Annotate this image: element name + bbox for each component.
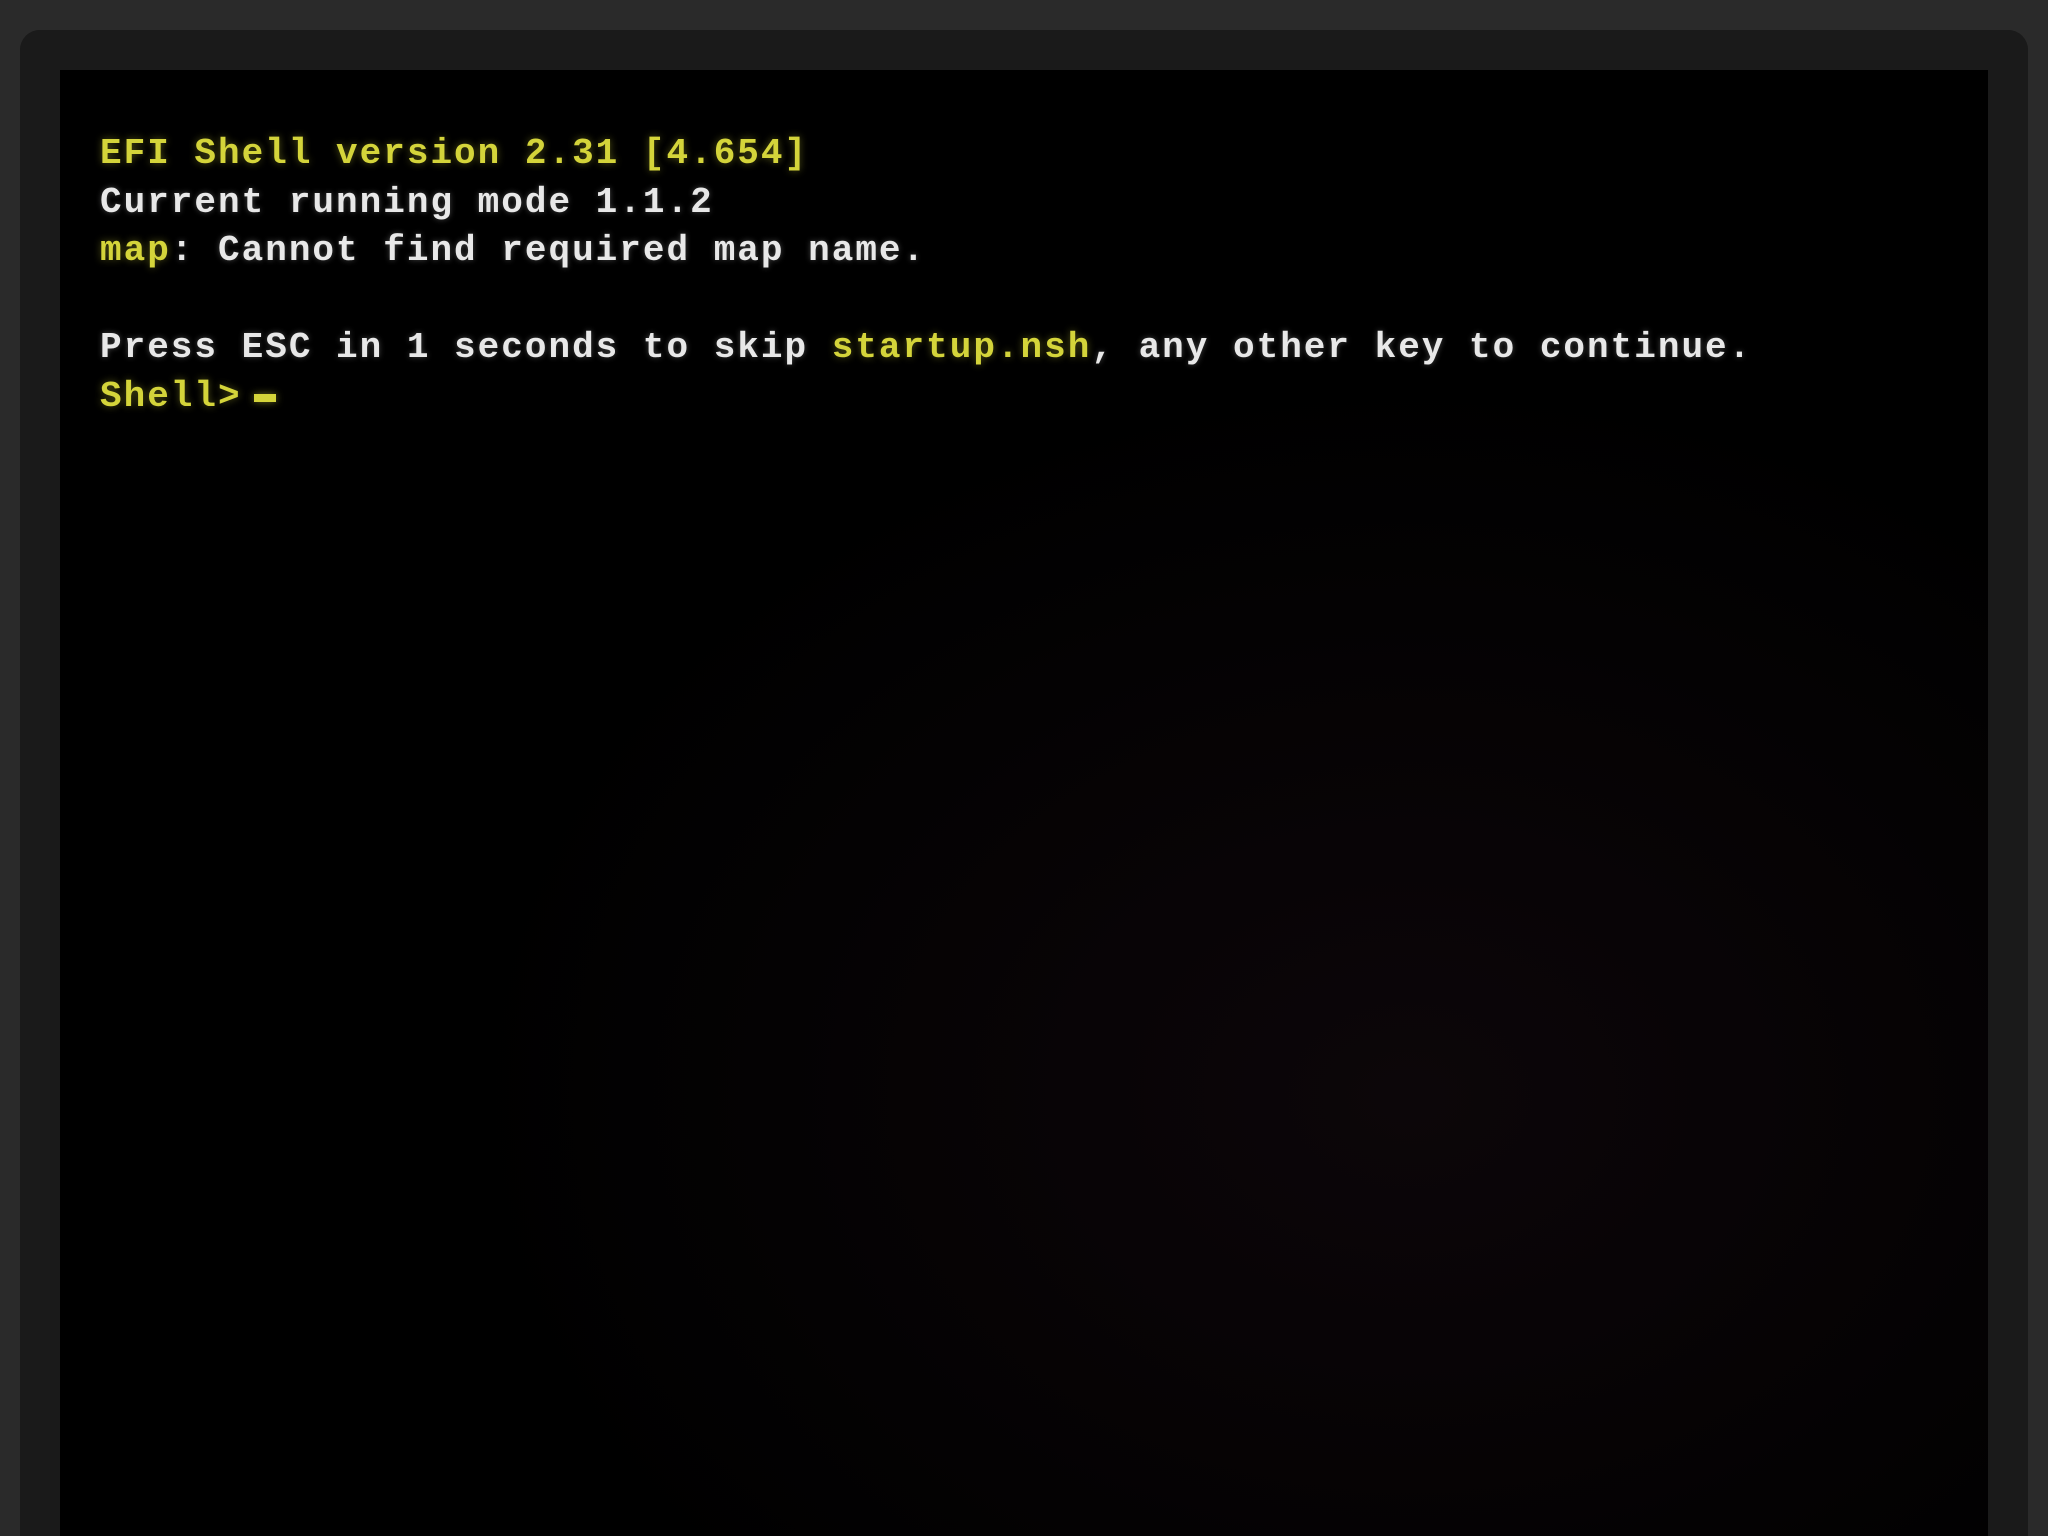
running-mode-line: Current running mode 1.1.2 <box>100 179 1948 228</box>
shell-prompt: Shell> <box>100 373 242 422</box>
press-text: Press <box>100 327 242 368</box>
shell-prompt-line[interactable]: Shell> <box>100 373 1948 422</box>
esc-key-text: ESC <box>242 327 313 368</box>
shell-version-line: EFI Shell version 2.31 [4.654] <box>100 130 1948 179</box>
blank-line <box>100 276 1948 325</box>
map-error-line: map: Cannot find required map name. <box>100 227 1948 276</box>
press-suffix-text: , any other key to continue. <box>1091 327 1752 368</box>
map-label: map <box>100 230 171 271</box>
terminal-screen[interactable]: EFI Shell version 2.31 [4.654] Current r… <box>60 70 1988 1536</box>
terminal-output: EFI Shell version 2.31 [4.654] Current r… <box>100 130 1948 422</box>
press-mid-text: in 1 seconds to skip <box>312 327 831 368</box>
startup-file-text: startup.nsh <box>832 327 1092 368</box>
cursor-icon <box>254 394 276 402</box>
map-error-text: : Cannot find required map name. <box>171 230 926 271</box>
startup-prompt-line: Press ESC in 1 seconds to skip startup.n… <box>100 324 1948 373</box>
monitor-frame: EFI Shell version 2.31 [4.654] Current r… <box>20 30 2028 1536</box>
